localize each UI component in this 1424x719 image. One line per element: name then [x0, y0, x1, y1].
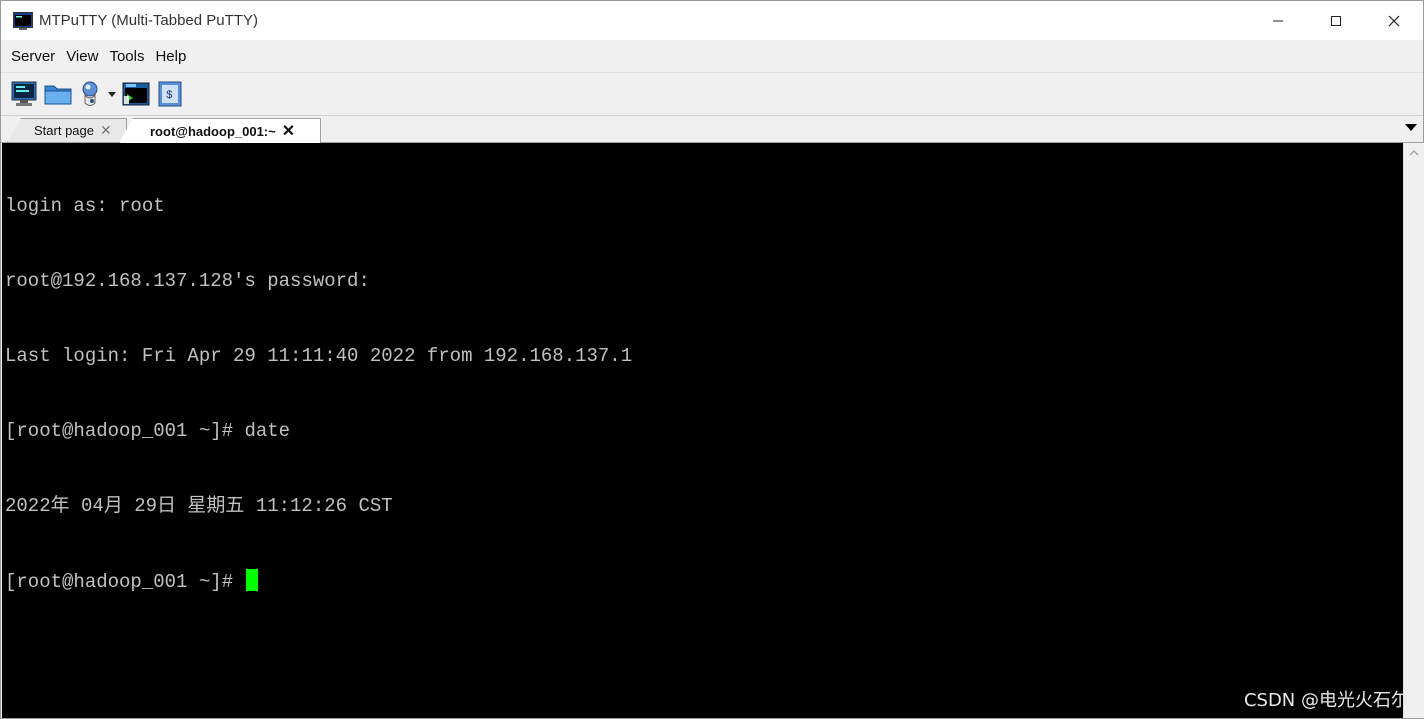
svg-text:$: $: [166, 90, 173, 102]
chevron-down-icon: [1405, 124, 1417, 131]
connect-icon: [82, 81, 98, 106]
minimize-icon: [1273, 20, 1283, 21]
minimize-button[interactable]: [1249, 1, 1307, 40]
open-folder-button[interactable]: [43, 79, 73, 109]
menu-server[interactable]: Server: [6, 48, 60, 65]
window-controls: [1249, 1, 1423, 40]
terminal-prompt-line: [root@hadoop_001 ~]#: [5, 569, 1403, 594]
tab-start-page[interactable]: Start page ✕: [7, 118, 127, 142]
terminal-line: root@192.168.137.128's password:: [5, 270, 370, 292]
terminal-cursor: [246, 569, 259, 591]
terminal-window-icon: [122, 82, 150, 106]
script-button[interactable]: $: [155, 79, 185, 109]
terminal-line: login as: root: [5, 195, 165, 217]
terminal-prompt: [root@hadoop_001 ~]#: [5, 571, 245, 593]
tab-close-icon[interactable]: ✕: [282, 121, 295, 141]
script-icon: $: [158, 81, 182, 107]
app-window: MTPuTTY (Multi-Tabbed PuTTY) Server View…: [0, 0, 1424, 719]
connect-dropdown-arrow[interactable]: [107, 79, 117, 109]
tab-label: root@hadoop_001:~: [150, 123, 276, 139]
terminal-line: 2022年 04月 29日 星期五 11:12:26 CST: [5, 495, 393, 517]
menu-view[interactable]: View: [61, 48, 103, 65]
terminal-window-button[interactable]: [121, 79, 151, 109]
app-icon: [13, 11, 33, 30]
connect-button[interactable]: [77, 79, 107, 109]
terminal-line: Last login: Fri Apr 29 11:11:40 2022 fro…: [5, 345, 633, 367]
open-folder-icon: [44, 85, 72, 105]
close-icon: [1388, 15, 1400, 26]
tab-strip: Start page ✕ root@hadoop_001:~ ✕: [1, 116, 1423, 143]
scroll-up-button[interactable]: [1404, 143, 1424, 163]
terminal-line: [root@hadoop_001 ~]# date: [5, 420, 291, 442]
new-session-icon: [11, 81, 37, 106]
tab-label: Start page: [34, 123, 94, 138]
dropdown-arrow-icon: [108, 91, 116, 97]
new-session-button[interactable]: [9, 79, 39, 109]
window-title: MTPuTTY (Multi-Tabbed PuTTY): [39, 12, 258, 29]
close-button[interactable]: [1365, 1, 1423, 40]
maximize-icon: [1331, 15, 1341, 26]
tab-list-dropdown[interactable]: [1405, 122, 1417, 134]
vertical-scrollbar[interactable]: [1403, 143, 1424, 718]
chevron-up-icon: [1409, 150, 1419, 156]
maximize-button[interactable]: [1307, 1, 1365, 40]
menu-bar: Server View Tools Help: [1, 40, 1423, 73]
toolbar: $: [1, 73, 1423, 116]
terminal-output[interactable]: login as: root root@192.168.137.128's pa…: [2, 143, 1403, 718]
title-bar[interactable]: MTPuTTY (Multi-Tabbed PuTTY): [1, 1, 1423, 40]
menu-help[interactable]: Help: [150, 48, 191, 65]
tab-root-hadoop[interactable]: root@hadoop_001:~ ✕: [119, 118, 321, 143]
menu-tools[interactable]: Tools: [104, 48, 149, 65]
tab-close-icon[interactable]: ✕: [100, 122, 112, 139]
watermark: CSDN @电光火石尔: [1243, 690, 1409, 711]
